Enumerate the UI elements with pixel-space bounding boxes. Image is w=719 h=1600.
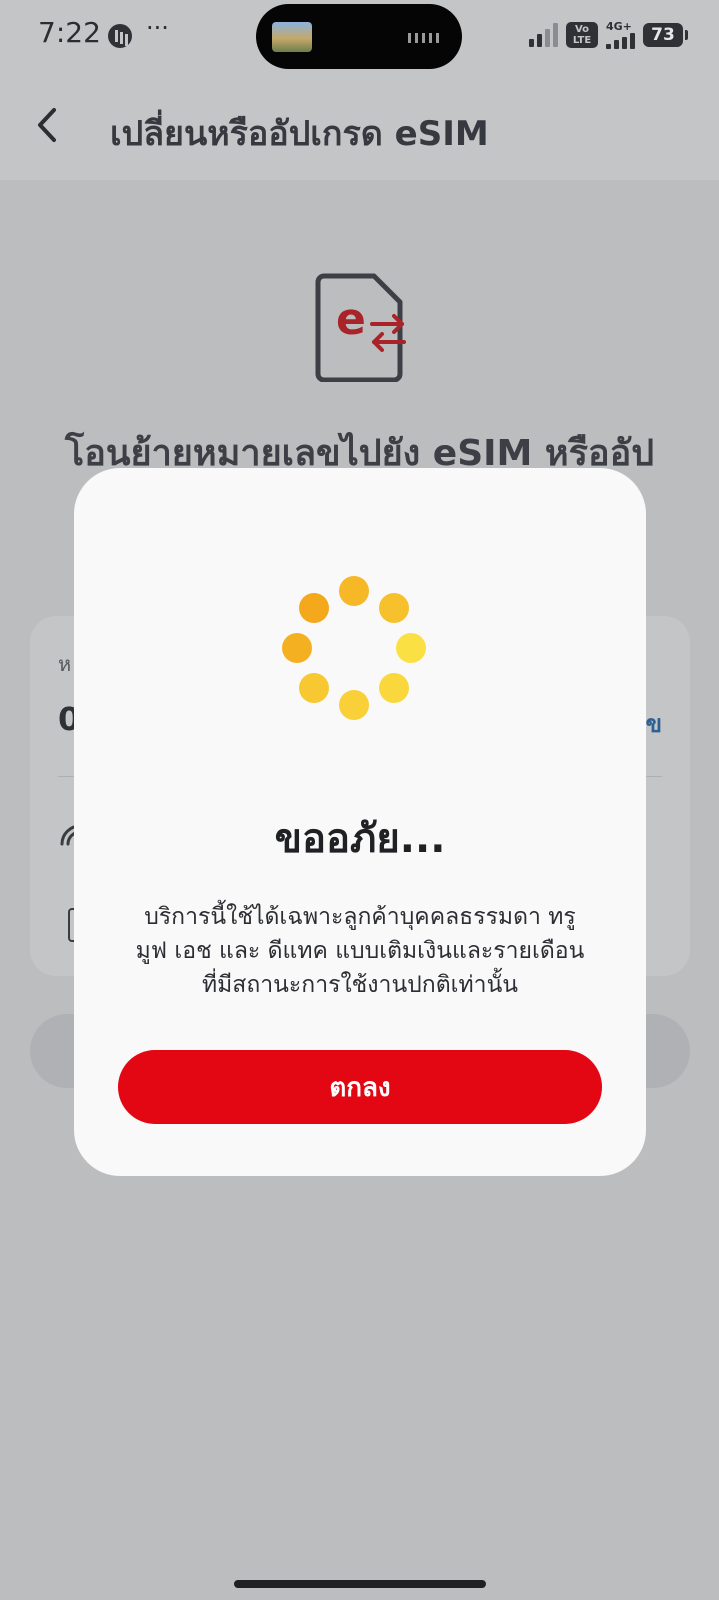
battery-icon: 73 [643,23,688,47]
spinner-dot [339,576,369,606]
media-thumbnail [272,22,312,52]
error-dialog: ขออภัย... บริการนี้ใช้ได้เฉพาะลูกค้าบุคค… [74,468,646,1176]
network-indicator: 4G+ [606,21,635,49]
spinner-dot [379,673,410,704]
card-change-link[interactable]: ข [646,704,662,743]
spinner-dot [298,673,329,704]
dialog-message: บริการนี้ใช้ได้เฉพาะลูกค้าบุคคลธรรมดา ทร… [110,900,610,1002]
spinner-dot [339,690,369,720]
home-indicator[interactable] [234,1580,486,1588]
ok-button[interactable]: ตกลง [118,1050,602,1124]
audio-wave-icon [408,33,442,43]
card-label: ห [58,652,72,676]
page-title: เปลี่ยนหรืออัปเกรด eSIM [110,114,489,154]
spinner-dot [379,592,410,623]
loading-spinner-icon [282,576,426,720]
battery-level: 73 [651,25,675,45]
status-time: 7:22 [38,16,101,49]
dialog-message-line: มูฟ เอช และ ดีแทค แบบเติมเงินและรายเดือน [135,938,585,964]
back-button[interactable] [28,100,68,150]
dialog-message-line: บริการนี้ใช้ได้เฉพาะลูกค้าบุคคลธรรมดา ทร… [144,904,576,930]
signal-strength-icon [529,23,558,47]
esim-transfer-icon: e [315,273,406,382]
more-notifications-icon: ··· [146,14,169,42]
spinner-dot [298,592,329,623]
app-header: เปลี่ยนหรืออัปเกรด eSIM [0,72,719,180]
dialog-title: ขออภัย... [274,816,446,862]
spinner-dot [282,633,312,663]
status-bar: 7:22 ··· Vo LTE 4G+ 73 [0,0,719,72]
volte-badge: Vo LTE [566,22,598,48]
dialog-message-line: ที่มีสถานะการใช้งานปกติเท่านั้น [201,972,519,998]
signal-strength-icon [606,33,635,49]
network-type-label: 4G+ [606,20,632,33]
chevron-left-icon [38,108,56,142]
spinner-dot [396,633,426,663]
svg-text:e: e [336,294,366,345]
app-notification-icon [108,24,132,48]
status-indicators: Vo LTE 4G+ 73 [529,20,688,50]
dynamic-island[interactable] [256,4,462,69]
